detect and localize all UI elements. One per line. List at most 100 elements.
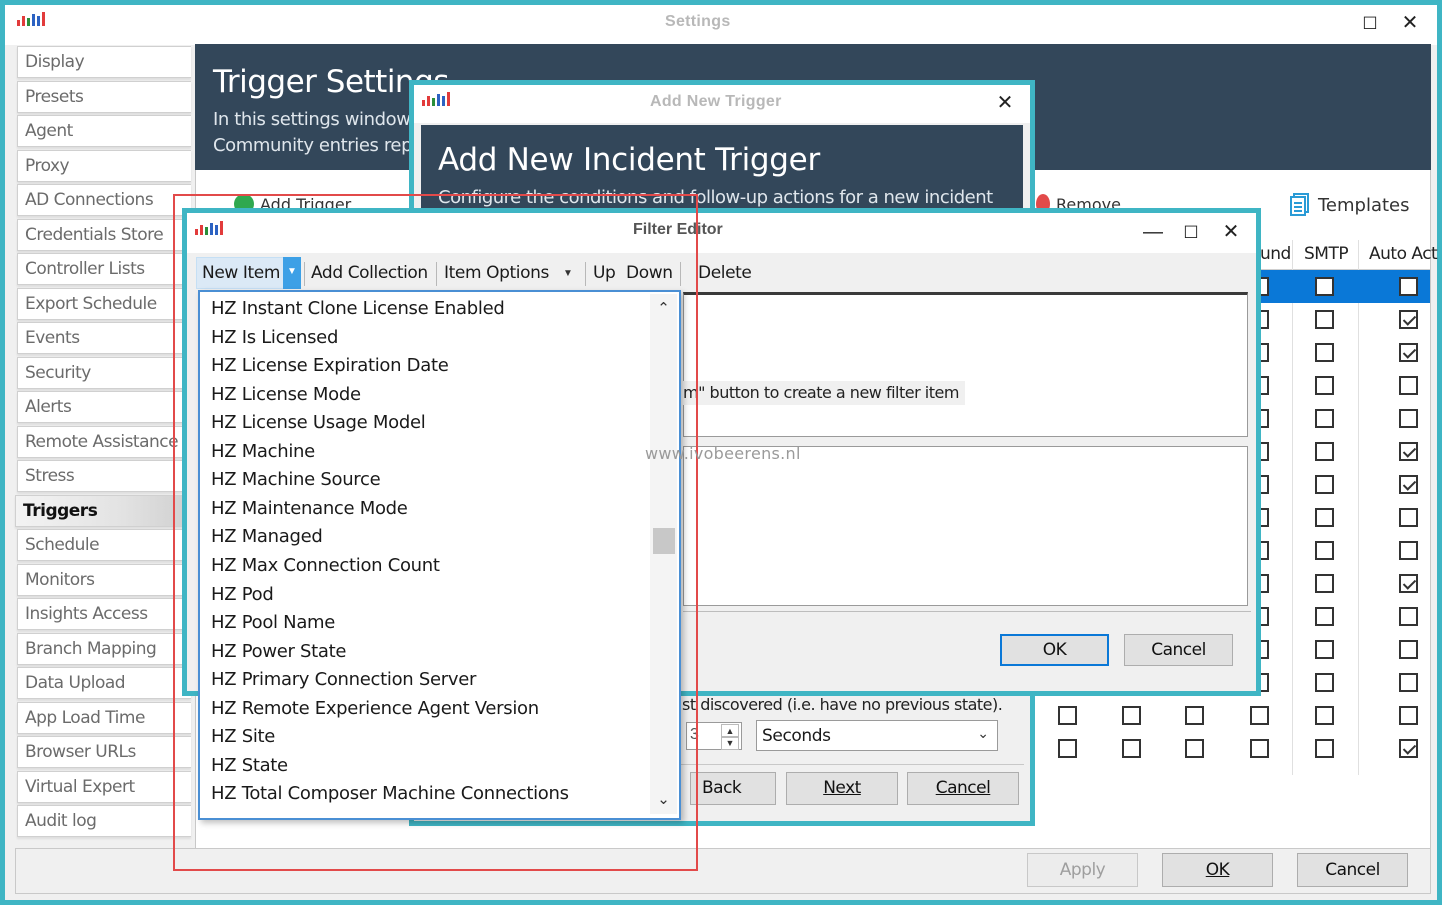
next-label: Next: [823, 778, 861, 798]
sidebar-item-presets[interactable]: Presets: [17, 80, 191, 113]
grid-checkbox-auto-act[interactable]: [1399, 376, 1418, 395]
sidebar-item-remote-assistance[interactable]: Remote Assistance: [17, 425, 191, 458]
grid-checkbox-smtp[interactable]: [1315, 508, 1334, 527]
grid-checkbox[interactable]: [1122, 739, 1141, 758]
sidebar-item-events[interactable]: Events: [17, 322, 191, 354]
unit-select[interactable]: Seconds ⌄: [756, 720, 998, 751]
filter-hint-text: m" button to create a new filter item: [683, 381, 965, 405]
grid-checkbox-auto-act[interactable]: [1399, 310, 1418, 329]
close-icon[interactable]: ✕: [1396, 9, 1424, 37]
page-description-line2: Community entries rep: [213, 135, 413, 156]
settings-sidebar: Display Presets Agent Proxy AD Connections Cr…: [15, 44, 193, 844]
grid-checkbox-smtp[interactable]: [1315, 640, 1334, 659]
filter-tree-panel[interactable]: [683, 292, 1248, 437]
close-icon[interactable]: ✕: [1217, 218, 1245, 246]
sidebar-item-schedule[interactable]: Schedule: [17, 529, 191, 561]
grid-checkbox-auto-act[interactable]: [1399, 739, 1418, 758]
app-logo-icon: [422, 92, 450, 106]
stepper-down-icon[interactable]: ▼: [721, 736, 739, 750]
grid-checkbox-smtp[interactable]: [1315, 409, 1334, 428]
settings-ok-label: OK: [1205, 860, 1230, 880]
add-trigger-heading: Add New Incident Trigger: [438, 142, 820, 178]
grid-checkbox[interactable]: [1058, 739, 1077, 758]
sidebar-item-insights-access[interactable]: Insights Access: [17, 598, 191, 630]
grid-column-auto-act[interactable]: Auto Act: [1369, 244, 1438, 264]
maximize-icon[interactable]: ☐: [1356, 10, 1384, 38]
grid-checkbox-smtp[interactable]: [1315, 706, 1334, 725]
maximize-icon[interactable]: ☐: [1177, 219, 1205, 247]
settings-ok-button[interactable]: OK: [1162, 853, 1273, 887]
settings-cancel-button[interactable]: Cancel: [1297, 853, 1408, 887]
grid-checkbox-auto-act[interactable]: [1399, 574, 1418, 593]
sidebar-item-data-upload[interactable]: Data Upload: [17, 667, 191, 699]
minimize-icon[interactable]: —: [1139, 218, 1167, 246]
templates-button[interactable]: Templates: [1290, 193, 1410, 217]
grid-checkbox[interactable]: [1185, 706, 1204, 725]
grid-checkbox-smtp[interactable]: [1315, 310, 1334, 329]
grid-divider: [1292, 240, 1293, 775]
sidebar-item-virtual-expert[interactable]: Virtual Expert: [17, 770, 191, 803]
grid-column-und[interactable]: und: [1260, 244, 1291, 264]
next-button[interactable]: Next: [786, 772, 898, 805]
grid-checkbox-und[interactable]: [1250, 739, 1269, 758]
sidebar-item-agent[interactable]: Agent: [17, 115, 191, 147]
grid-checkbox-auto-act[interactable]: [1399, 706, 1418, 725]
add-trigger-cancel-button[interactable]: Cancel: [907, 772, 1019, 805]
grid-checkbox-auto-act[interactable]: [1399, 673, 1418, 692]
grid-column-smtp[interactable]: SMTP: [1304, 244, 1349, 264]
sidebar-item-proxy[interactable]: Proxy: [17, 149, 191, 182]
close-icon[interactable]: ✕: [991, 89, 1019, 117]
filter-ok-button[interactable]: OK: [1000, 634, 1109, 666]
grid-checkbox-und[interactable]: [1250, 706, 1269, 725]
sidebar-item-credentials-store[interactable]: Credentials Store: [17, 218, 191, 251]
delete-button[interactable]: Delete: [698, 263, 752, 283]
grid-checkbox-smtp[interactable]: [1315, 475, 1334, 494]
grid-checkbox-auto-act[interactable]: [1399, 508, 1418, 527]
divider: [680, 764, 1024, 765]
filter-cancel-button[interactable]: Cancel: [1124, 634, 1233, 666]
grid-checkbox-auto-act[interactable]: [1399, 409, 1418, 428]
grid-checkbox-smtp[interactable]: [1315, 277, 1334, 296]
grid-divider: [1358, 240, 1359, 775]
grid-checkbox-auto-act[interactable]: [1399, 541, 1418, 560]
grid-checkbox[interactable]: [1122, 706, 1141, 725]
grid-checkbox-auto-act[interactable]: [1399, 475, 1418, 494]
grid-checkbox-smtp[interactable]: [1315, 673, 1334, 692]
sidebar-item-stress[interactable]: Stress: [17, 460, 191, 492]
grid-checkbox-auto-act[interactable]: [1399, 442, 1418, 461]
sidebar-item-browser-urls[interactable]: Browser URLs: [17, 736, 191, 768]
grid-checkbox-auto-act[interactable]: [1399, 343, 1418, 362]
filter-preview-panel: [683, 446, 1248, 606]
grid-checkbox-smtp[interactable]: [1315, 739, 1334, 758]
add-trigger-title: Add New Trigger: [650, 93, 782, 110]
discovered-label: st discovered (i.e. have no previous sta…: [682, 695, 1003, 714]
grid-checkbox-auto-act[interactable]: [1399, 607, 1418, 626]
sidebar-item-controller-lists[interactable]: Controller Lists: [17, 253, 191, 285]
grid-checkbox-smtp[interactable]: [1315, 541, 1334, 560]
sidebar-item-triggers[interactable]: Triggers: [15, 494, 189, 527]
sidebar-item-ad-connections[interactable]: AD Connections: [17, 184, 191, 216]
sidebar-item-audit-log[interactable]: Audit log: [17, 805, 191, 837]
apply-button[interactable]: Apply: [1027, 853, 1138, 887]
sidebar-item-branch-mapping[interactable]: Branch Mapping: [17, 632, 191, 665]
sidebar-item-monitors[interactable]: Monitors: [17, 563, 191, 596]
grid-checkbox-smtp[interactable]: [1315, 343, 1334, 362]
sidebar-item-export-schedule[interactable]: Export Schedule: [17, 287, 191, 320]
sidebar-item-security[interactable]: Security: [17, 356, 191, 389]
grid-checkbox-smtp[interactable]: [1315, 376, 1334, 395]
back-button[interactable]: Back: [690, 772, 776, 805]
sidebar-item-app-load-time[interactable]: App Load Time: [17, 701, 191, 734]
add-trigger-cancel-label: Cancel: [935, 778, 991, 798]
app-logo-icon: [17, 12, 45, 26]
grid-checkbox-auto-act[interactable]: [1399, 277, 1418, 296]
grid-checkbox-auto-act[interactable]: [1399, 640, 1418, 659]
sidebar-item-alerts[interactable]: Alerts: [17, 391, 191, 423]
chevron-down-icon: ⌄: [977, 725, 989, 741]
grid-checkbox-smtp[interactable]: [1315, 607, 1334, 626]
grid-checkbox-smtp[interactable]: [1315, 442, 1334, 461]
highlight-box: [173, 194, 698, 871]
grid-checkbox[interactable]: [1185, 739, 1204, 758]
grid-checkbox[interactable]: [1058, 706, 1077, 725]
grid-checkbox-smtp[interactable]: [1315, 574, 1334, 593]
sidebar-item-display[interactable]: Display: [17, 46, 191, 78]
